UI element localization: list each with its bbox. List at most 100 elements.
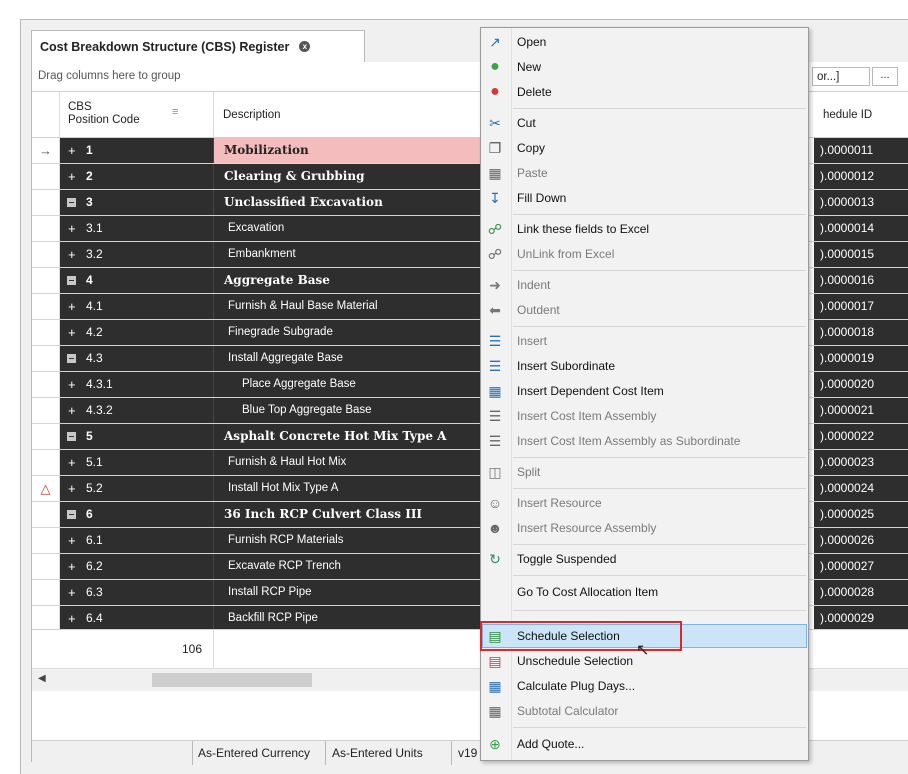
cbs-code-cell[interactable]: 4.3 bbox=[60, 346, 214, 371]
expand-icon[interactable]: + bbox=[68, 216, 76, 241]
row-indicator bbox=[32, 346, 60, 371]
tab-cbs-register[interactable]: Cost Breakdown Structure (CBS) Register … bbox=[31, 30, 365, 62]
schedule-id-cell[interactable]: ).0000022 bbox=[814, 424, 908, 449]
description-cell[interactable]: Install Aggregate Base bbox=[214, 346, 486, 371]
description-cell[interactable]: Aggregate Base bbox=[214, 268, 486, 293]
description-cell[interactable]: Install Hot Mix Type A bbox=[214, 476, 486, 501]
cbs-code-cell[interactable]: +4.3.2 bbox=[60, 398, 214, 423]
cbs-code-cell[interactable]: +2 bbox=[60, 164, 214, 189]
cbs-code-cell[interactable]: +4.1 bbox=[60, 294, 214, 319]
sort-icon[interactable]: ≡ bbox=[172, 106, 178, 118]
cbs-code-cell[interactable]: +5.2 bbox=[60, 476, 214, 501]
expand-icon[interactable]: + bbox=[68, 164, 76, 189]
schedule-id-cell[interactable]: ).0000024 bbox=[814, 476, 908, 501]
cbs-code-cell[interactable]: +4.2 bbox=[60, 320, 214, 345]
schedule-id-cell[interactable]: ).0000020 bbox=[814, 372, 908, 397]
expand-icon[interactable]: + bbox=[68, 554, 76, 579]
cbs-code-cell[interactable]: +6.4 bbox=[60, 606, 214, 631]
cbs-code-cell[interactable]: 6 bbox=[60, 502, 214, 527]
expand-icon[interactable]: + bbox=[68, 242, 76, 267]
cbs-code: 4.1 bbox=[86, 299, 103, 313]
description-cell[interactable]: Furnish & Haul Hot Mix bbox=[214, 450, 486, 475]
cbs-code-cell[interactable]: +3.1 bbox=[60, 216, 214, 241]
description-cell[interactable]: Furnish & Haul Base Material bbox=[214, 294, 486, 319]
schedule-id-cell[interactable]: ).0000011 bbox=[814, 138, 908, 163]
expand-icon[interactable]: + bbox=[68, 476, 76, 501]
expand-icon[interactable]: + bbox=[68, 138, 76, 163]
description-cell[interactable]: Place Aggregate Base bbox=[214, 372, 486, 397]
description-cell[interactable]: Blue Top Aggregate Base bbox=[214, 398, 486, 423]
delete-circle-icon: ● bbox=[490, 83, 500, 100]
row-indicator bbox=[32, 450, 60, 475]
description-cell[interactable]: Unclassified Excavation bbox=[214, 190, 486, 215]
schedule-id-cell[interactable]: ).0000016 bbox=[814, 268, 908, 293]
collapse-icon[interactable] bbox=[67, 276, 76, 285]
scroll-left-icon[interactable]: ◀ bbox=[38, 673, 46, 684]
schedule-id-cell[interactable]: ).0000021 bbox=[814, 398, 908, 423]
schedule-id-cell[interactable]: ).0000013 bbox=[814, 190, 908, 215]
cbs-code-cell[interactable]: 5 bbox=[60, 424, 214, 449]
column-header-description[interactable]: Description bbox=[223, 109, 281, 121]
expand-icon[interactable]: + bbox=[68, 294, 76, 319]
collapse-icon[interactable] bbox=[67, 510, 76, 519]
schedule-id-cell[interactable]: ).0000027 bbox=[814, 554, 908, 579]
description-cell[interactable]: Finegrade Subgrade bbox=[214, 320, 486, 345]
collapse-icon[interactable] bbox=[67, 432, 76, 441]
schedule-id-cell[interactable]: ).0000023 bbox=[814, 450, 908, 475]
schedule-id-cell[interactable]: ).0000019 bbox=[814, 346, 908, 371]
expand-icon[interactable]: + bbox=[68, 320, 76, 345]
description-cell[interactable]: Backfill RCP Pipe bbox=[214, 606, 486, 631]
cbs-code-cell[interactable]: 3 bbox=[60, 190, 214, 215]
description-cell[interactable]: Mobilization bbox=[214, 138, 486, 163]
status-currency[interactable]: As-Entered Currency bbox=[198, 746, 310, 760]
column-header-schedule-id[interactable]: hedule ID bbox=[823, 109, 872, 121]
schedule-id-cell[interactable]: ).0000029 bbox=[814, 606, 908, 631]
cbs-code: 3.1 bbox=[86, 221, 103, 235]
cbs-code-cell[interactable]: +6.3 bbox=[60, 580, 214, 605]
cbs-code-cell[interactable]: +5.1 bbox=[60, 450, 214, 475]
collapse-icon[interactable] bbox=[67, 198, 76, 207]
cbs-code-cell[interactable]: +3.2 bbox=[60, 242, 214, 267]
schedule-id-cell[interactable]: ).0000018 bbox=[814, 320, 908, 345]
collapse-icon[interactable] bbox=[67, 354, 76, 363]
split-icon: ◫ bbox=[488, 464, 502, 480]
outdent-arrow-icon: ⬅ bbox=[489, 302, 501, 318]
filter-more-button[interactable]: ... bbox=[872, 67, 898, 86]
schedule-id-cell[interactable]: ).0000017 bbox=[814, 294, 908, 319]
row-indicator bbox=[32, 398, 60, 423]
cbs-code: 5.1 bbox=[86, 455, 103, 469]
schedule-id-cell[interactable]: ).0000026 bbox=[814, 528, 908, 553]
tab-close-icon[interactable]: x bbox=[299, 41, 311, 52]
schedule-id-cell[interactable]: ).0000028 bbox=[814, 580, 908, 605]
footer-divider bbox=[213, 630, 214, 668]
status-units[interactable]: As-Entered Units bbox=[332, 746, 423, 760]
schedule-id-cell[interactable]: ).0000025 bbox=[814, 502, 908, 527]
filter-input[interactable]: or...] bbox=[812, 67, 870, 86]
cbs-code-cell[interactable]: 4 bbox=[60, 268, 214, 293]
description-cell[interactable]: Furnish RCP Materials bbox=[214, 528, 486, 553]
menu-separator bbox=[513, 544, 806, 545]
cbs-code-cell[interactable]: +1 bbox=[60, 138, 214, 163]
expand-icon[interactable]: + bbox=[68, 606, 76, 631]
cbs-code-cell[interactable]: +6.1 bbox=[60, 528, 214, 553]
schedule-id-cell[interactable]: ).0000012 bbox=[814, 164, 908, 189]
expand-icon[interactable]: + bbox=[68, 450, 76, 475]
expand-icon[interactable]: + bbox=[68, 528, 76, 553]
schedule-id-cell[interactable]: ).0000015 bbox=[814, 242, 908, 267]
scroll-thumb[interactable] bbox=[152, 673, 312, 687]
cbs-code-cell[interactable]: +4.3.1 bbox=[60, 372, 214, 397]
description-cell[interactable]: Asphalt Concrete Hot Mix Type A bbox=[214, 424, 486, 449]
schedule-id-cell[interactable]: ).0000014 bbox=[814, 216, 908, 241]
description-cell[interactable]: Excavate RCP Trench bbox=[214, 554, 486, 579]
description-cell[interactable]: Embankment bbox=[214, 242, 486, 267]
expand-icon[interactable]: + bbox=[68, 372, 76, 397]
expand-icon[interactable]: + bbox=[68, 580, 76, 605]
expand-icon[interactable]: + bbox=[68, 398, 76, 423]
description-cell[interactable]: Clearing & Grubbing bbox=[214, 164, 486, 189]
description-cell[interactable]: 36 Inch RCP Culvert Class III bbox=[214, 502, 486, 527]
row-indicator bbox=[32, 268, 60, 293]
cbs-code-cell[interactable]: +6.2 bbox=[60, 554, 214, 579]
description-cell[interactable]: Excavation bbox=[214, 216, 486, 241]
description-cell[interactable]: Install RCP Pipe bbox=[214, 580, 486, 605]
column-header-cbs-code[interactable]: CBS Position Code bbox=[68, 101, 140, 127]
